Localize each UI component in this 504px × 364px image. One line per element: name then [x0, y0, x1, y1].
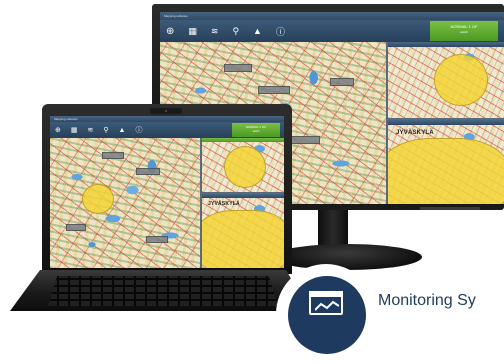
map-icon: ▦ [188, 25, 197, 36]
monitor-tool-filter[interactable]: ⚲ [232, 26, 239, 37]
monitor-tool-zoom[interactable]: ⊕ [166, 26, 174, 37]
laptop-tool-map[interactable]: ▦ [71, 126, 78, 134]
map-marker-label[interactable] [258, 86, 290, 94]
laptop-status-line1: NORMAL 1 OF [245, 125, 267, 129]
map-marker-label[interactable] [290, 136, 320, 144]
laptop-app-window: Mapping software ⊕ ▦ ≋ ⚲ ▲ ⓘ NORMAL 1 OF [50, 116, 284, 268]
map-city-label: JYVÄSKYLÄ [208, 201, 240, 207]
laptop-status-line2: watch [252, 130, 260, 133]
monitor-zoom-map-bottom[interactable]: JYVÄSKYLÄ [388, 120, 504, 204]
laptop-tool-info[interactable]: ⓘ [135, 125, 142, 135]
map-marker-label[interactable] [330, 78, 354, 86]
monitor-tool-map[interactable]: ▦ [188, 26, 197, 37]
laptop-panel-header [202, 138, 284, 142]
map-marker-label[interactable] [146, 236, 168, 243]
alert-area[interactable] [82, 184, 114, 214]
map-marker-label[interactable] [102, 152, 124, 159]
alert-area[interactable] [224, 146, 266, 188]
zoom-icon: ⊕ [166, 25, 175, 37]
monitor-tool-pin[interactable]: ▲ [253, 26, 262, 36]
laptop-tool-layers[interactable]: ≋ [88, 126, 94, 134]
filter-icon: ⚲ [103, 127, 109, 134]
laptop-main-map[interactable] [50, 138, 200, 268]
laptop-tool-filter[interactable]: ⚲ [103, 126, 108, 134]
pin-icon: ▲ [118, 126, 126, 134]
alert-area[interactable] [434, 54, 488, 106]
info-icon: ⓘ [135, 127, 143, 134]
laptop-window-title: Mapping software [54, 117, 78, 121]
laptop-zoom-map-bottom[interactable]: JYVÄSKYLÄ [202, 194, 284, 268]
monitor-tool-layers[interactable]: ≋ [211, 26, 219, 37]
monitor-window-title: Mapping software [164, 14, 188, 18]
alert-area[interactable] [388, 138, 504, 204]
map-marker-label[interactable] [66, 224, 86, 231]
info-icon: ⓘ [275, 26, 285, 37]
monitor-brand-strip [420, 207, 480, 210]
webcam-lens-icon [165, 110, 167, 112]
zoom-icon: ⊕ [55, 127, 61, 134]
laptop-zoom-map-top[interactable] [202, 138, 284, 192]
alert-area[interactable] [202, 210, 284, 268]
monitor-stand-foot [272, 244, 422, 270]
filter-icon: ⚲ [232, 25, 240, 36]
laptop-panel-header [202, 194, 284, 198]
monitor-title-bar: Mapping software [160, 12, 504, 20]
monitor-tool-info[interactable]: ⓘ [276, 25, 285, 38]
badge-inner-circle [288, 276, 366, 354]
monitor-window-icon [309, 291, 343, 315]
layers-icon: ≋ [87, 127, 94, 134]
laptop-screen: Mapping software ⊕ ▦ ≋ ⚲ ▲ ⓘ NORMAL 1 OF [50, 116, 284, 268]
laptop-tool-pin[interactable]: ▲ [119, 127, 126, 134]
monitor-panel-header [388, 120, 504, 125]
map-city-label: JYVÄSKYLÄ [396, 130, 434, 136]
map-marker-label[interactable] [136, 168, 160, 175]
monitor-status-box[interactable]: NORMAL 1 OF watch [430, 21, 498, 41]
laptop-tool-zoom[interactable]: ⊕ [55, 126, 61, 134]
monitor-stand-neck [318, 210, 348, 248]
map-icon: ▦ [70, 127, 78, 134]
laptop-content: JYVÄSKYLÄ [50, 138, 284, 268]
badge-title: Monitoring Sy [378, 292, 476, 309]
laptop-keyboard [48, 276, 278, 306]
monitor-status-line1: NORMAL 1 OF [450, 24, 478, 29]
pin-icon: ▲ [253, 26, 262, 36]
layers-icon: ≋ [210, 25, 219, 36]
monitor-panel-header [388, 42, 504, 47]
laptop-status-box[interactable]: NORMAL 1 OF watch [232, 123, 280, 137]
monitor-zoom-map-top[interactable] [388, 42, 504, 118]
map-marker-label[interactable] [224, 64, 252, 72]
monitor-status-line2: watch [460, 30, 468, 34]
